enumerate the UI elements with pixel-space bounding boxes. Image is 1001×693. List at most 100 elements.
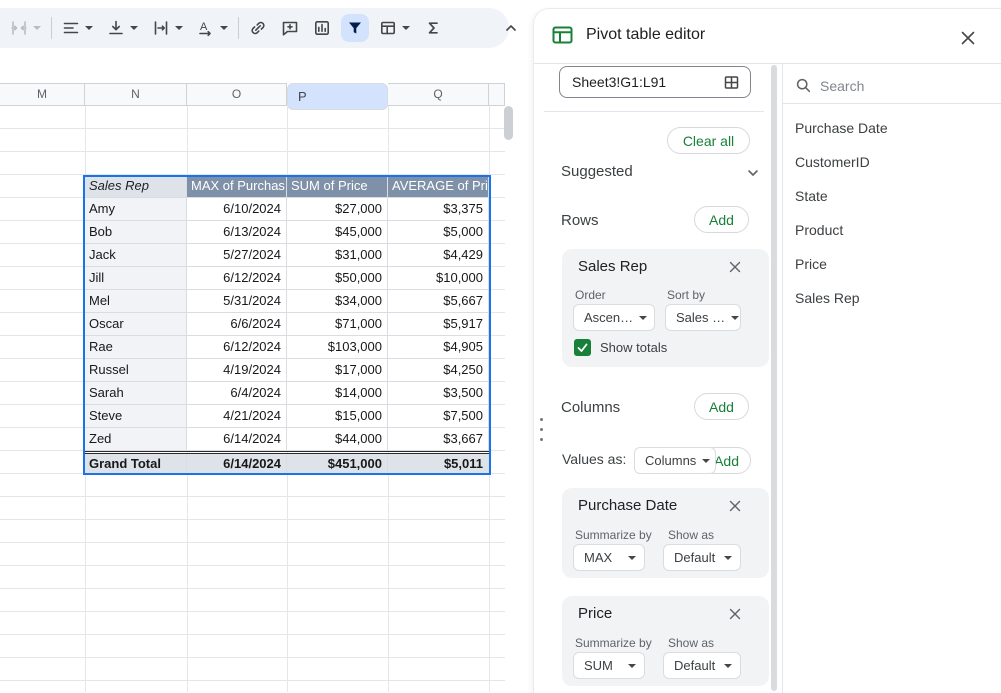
pivot-cell[interactable]: $3,500 <box>388 382 489 405</box>
pivot-cell[interactable]: 6/6/2024 <box>187 313 287 336</box>
columns-add-button[interactable]: Add <box>694 393 749 420</box>
pivot-cell[interactable]: Bob <box>85 221 187 244</box>
horizontal-align-button[interactable] <box>58 15 84 41</box>
pivot-cell[interactable]: $17,000 <box>287 359 388 382</box>
pivot-cell[interactable]: Jill <box>85 267 187 290</box>
pivot-cell[interactable]: $5,011 <box>388 454 489 475</box>
pivot-cell[interactable]: Steve <box>85 405 187 428</box>
pivot-cell[interactable]: 6/13/2024 <box>187 221 287 244</box>
table-views-button[interactable] <box>375 15 401 41</box>
pivot-cell[interactable]: Zed <box>85 428 187 451</box>
text-rotation-caret-icon[interactable] <box>220 26 228 30</box>
horizontal-align-caret-icon[interactable] <box>85 26 93 30</box>
pivot-cell[interactable]: 6/14/2024 <box>187 454 287 475</box>
merge-cells-caret-icon[interactable] <box>33 26 41 30</box>
field-item-state[interactable]: State <box>795 188 828 204</box>
column-header-m[interactable]: M <box>0 83 85 106</box>
pivot-cell[interactable]: 6/14/2024 <box>187 428 287 451</box>
panel-scrollbar-thumb[interactable] <box>771 65 777 691</box>
pivot-cell[interactable]: $31,000 <box>287 244 388 267</box>
field-item-purchase-date[interactable]: Purchase Date <box>795 120 888 136</box>
vertical-align-button[interactable] <box>103 15 129 41</box>
table-views-caret-icon[interactable] <box>402 26 410 30</box>
collapse-toolbar-button[interactable] <box>498 15 524 41</box>
pivot-header-cell[interactable]: AVERAGE of Pri <box>388 175 489 198</box>
pivot-header-cell[interactable]: Sales Rep <box>85 175 187 198</box>
field-item-price[interactable]: Price <box>795 256 827 272</box>
show-totals-checkbox[interactable] <box>574 339 591 356</box>
pivot-cell[interactable]: Mel <box>85 290 187 313</box>
clear-all-button[interactable]: Clear all <box>667 127 750 154</box>
pivot-cell[interactable]: $44,000 <box>287 428 388 451</box>
create-filter-button[interactable] <box>341 14 369 42</box>
show-as-select[interactable]: Default <box>663 544 741 571</box>
pivot-cell[interactable]: $5,917 <box>388 313 489 336</box>
pivot-cell[interactable]: Sarah <box>85 382 187 405</box>
field-item-sales-rep[interactable]: Sales Rep <box>795 290 860 306</box>
pivot-cell[interactable]: Oscar <box>85 313 187 336</box>
pivot-cell[interactable]: Amy <box>85 198 187 221</box>
pivot-cell[interactable]: $4,429 <box>388 244 489 267</box>
pivot-cell[interactable]: $15,000 <box>287 405 388 428</box>
pivot-cell[interactable]: $45,000 <box>287 221 388 244</box>
insert-comment-button[interactable] <box>277 15 303 41</box>
pivot-cell[interactable]: $451,000 <box>287 454 388 475</box>
text-wrapping-button[interactable] <box>148 15 174 41</box>
text-wrapping-caret-icon[interactable] <box>175 26 183 30</box>
pivot-cell[interactable]: Jack <box>85 244 187 267</box>
pivot-cell[interactable]: Grand Total <box>85 454 187 475</box>
pivot-cell[interactable]: $3,375 <box>388 198 489 221</box>
pivot-cell[interactable]: $7,500 <box>388 405 489 428</box>
pivot-cell[interactable]: $3,667 <box>388 428 489 451</box>
pivot-cell[interactable]: $50,000 <box>287 267 388 290</box>
field-item-product[interactable]: Product <box>795 222 843 238</box>
panel-resize-handle[interactable] <box>536 418 546 441</box>
pivot-cell[interactable]: $5,000 <box>388 221 489 244</box>
column-header-n[interactable]: N <box>85 83 187 106</box>
data-range-input[interactable]: Sheet3!G1:L91 <box>559 66 751 98</box>
field-item-customerid[interactable]: CustomerID <box>795 154 870 170</box>
pivot-cell[interactable]: $5,667 <box>388 290 489 313</box>
pivot-cell[interactable]: 6/4/2024 <box>187 382 287 405</box>
pivot-cell[interactable]: 4/21/2024 <box>187 405 287 428</box>
summarize-by-select[interactable]: MAX <box>573 544 645 571</box>
show-as-select[interactable]: Default <box>663 652 741 679</box>
pivot-cell[interactable]: $4,905 <box>388 336 489 359</box>
select-data-range-icon[interactable] <box>723 74 740 91</box>
pivot-cell[interactable]: 4/19/2024 <box>187 359 287 382</box>
remove-field-button[interactable] <box>726 497 744 515</box>
search-input[interactable] <box>818 77 972 95</box>
vertical-scrollbar-thumb[interactable] <box>504 106 513 140</box>
pivot-cell[interactable]: 5/31/2024 <box>187 290 287 313</box>
pivot-cell[interactable]: $14,000 <box>287 382 388 405</box>
suggested-expand-button[interactable] <box>745 165 761 181</box>
order-select[interactable]: Ascen… <box>573 304 655 331</box>
pivot-cell[interactable]: 6/12/2024 <box>187 267 287 290</box>
pivot-cell[interactable]: $103,000 <box>287 336 388 359</box>
rows-add-button[interactable]: Add <box>694 206 749 233</box>
remove-field-button[interactable] <box>726 258 744 276</box>
pivot-cell[interactable]: $10,000 <box>388 267 489 290</box>
values-as-select[interactable]: Columns <box>634 447 716 474</box>
column-header-o[interactable]: O <box>187 83 287 106</box>
pivot-cell[interactable]: $27,000 <box>287 198 388 221</box>
pivot-cell[interactable]: 5/27/2024 <box>187 244 287 267</box>
column-header-q[interactable]: Q <box>388 83 489 106</box>
pivot-cell[interactable]: Russel <box>85 359 187 382</box>
pivot-cell[interactable]: $34,000 <box>287 290 388 313</box>
summarize-by-select[interactable]: SUM <box>573 652 645 679</box>
sort-by-select[interactable]: Sales … <box>665 304 741 331</box>
pivot-cell[interactable]: 6/12/2024 <box>187 336 287 359</box>
merge-cells-button[interactable] <box>6 15 32 41</box>
insert-chart-button[interactable] <box>309 15 335 41</box>
pivot-cell[interactable]: Rae <box>85 336 187 359</box>
text-rotation-button[interactable]: A <box>193 15 219 41</box>
pivot-cell[interactable]: $71,000 <box>287 313 388 336</box>
column-header-stub[interactable] <box>489 83 505 106</box>
pivot-cell[interactable]: $4,250 <box>388 359 489 382</box>
pivot-cell[interactable]: 6/10/2024 <box>187 198 287 221</box>
pivot-header-cell[interactable]: SUM of Price <box>287 175 388 198</box>
panel-close-button[interactable] <box>958 28 978 48</box>
insert-link-button[interactable] <box>245 15 271 41</box>
remove-field-button[interactable] <box>726 605 744 623</box>
